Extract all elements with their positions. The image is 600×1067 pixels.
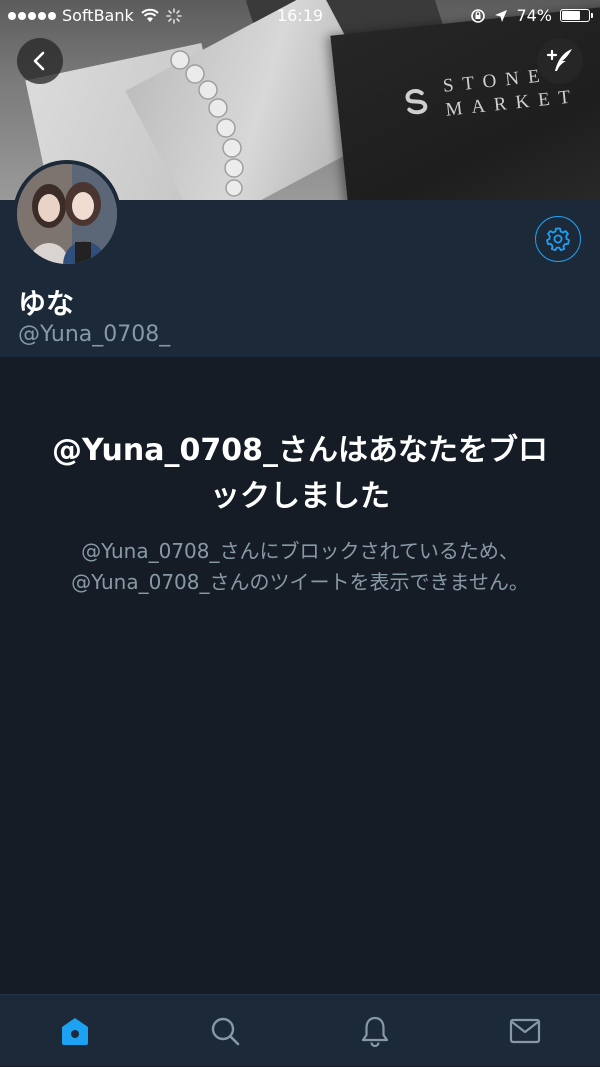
tab-bar <box>0 994 600 1066</box>
status-bar: SoftBank 16:19 74% <box>0 0 600 32</box>
tab-notifications[interactable] <box>300 995 450 1067</box>
mail-icon <box>509 1018 541 1044</box>
avatar-image <box>17 164 117 264</box>
compose-tweet-button[interactable] <box>537 38 583 84</box>
orientation-lock-icon <box>471 8 486 23</box>
battery-percent: 74% <box>516 6 552 25</box>
chevron-left-icon <box>33 51 45 71</box>
bracelet-image <box>170 50 244 197</box>
location-arrow-icon <box>495 9 508 22</box>
home-icon <box>62 1018 88 1045</box>
battery-icon <box>560 9 593 22</box>
blocked-description: @Yuna_0708_さんにブロックされているため、@Yuna_0708_さんの… <box>71 539 529 594</box>
compose-quill-icon <box>546 49 572 71</box>
status-right: 74% <box>470 6 593 25</box>
blocked-title: @Yuna_0708_さんはあなたをブロックしました <box>52 433 548 514</box>
tab-messages[interactable] <box>450 995 600 1067</box>
battery-fill <box>562 11 580 20</box>
tab-home[interactable] <box>0 995 150 1067</box>
bell-icon <box>361 1016 389 1047</box>
profile-handle: @Yuna_0708_ <box>18 322 171 347</box>
back-button[interactable] <box>17 38 63 84</box>
avatar[interactable] <box>13 160 121 268</box>
settings-button[interactable] <box>535 216 581 262</box>
display-name: ゆな <box>18 287 75 320</box>
tab-search[interactable] <box>150 995 300 1067</box>
avatar-photo <box>17 164 117 264</box>
search-icon <box>211 1017 240 1046</box>
gear-icon <box>546 227 570 252</box>
brand-mark-icon <box>405 89 428 115</box>
